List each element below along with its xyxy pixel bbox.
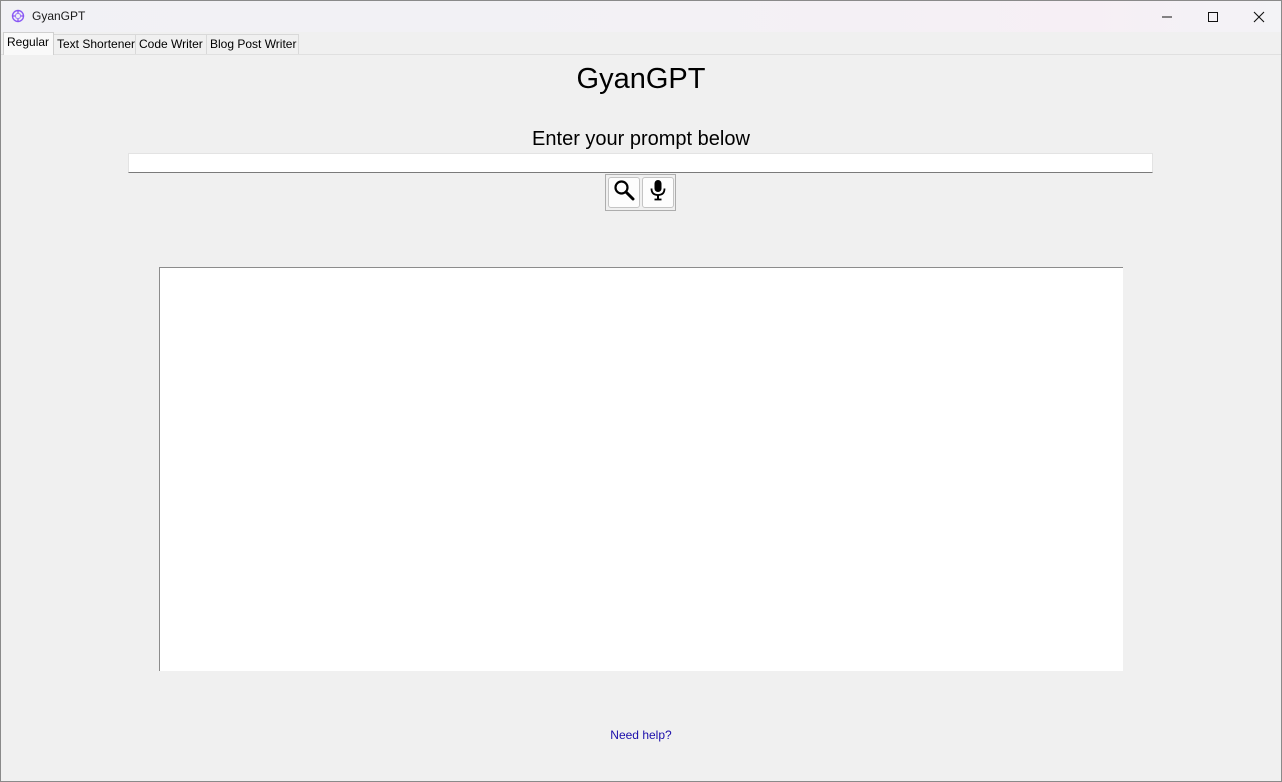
maximize-button[interactable] [1190, 1, 1236, 32]
minimize-icon [1161, 11, 1173, 23]
action-button-group [605, 174, 676, 211]
gyangpt-logo-icon [11, 9, 25, 23]
maximize-icon [1207, 11, 1219, 23]
tab-regular[interactable]: Regular [3, 32, 54, 55]
close-button[interactable] [1236, 1, 1281, 32]
tab-blog-post-writer[interactable]: Blog Post Writer [206, 34, 299, 54]
title-bar[interactable]: GyanGPT [1, 1, 1281, 32]
search-button[interactable] [608, 177, 640, 208]
prompt-input[interactable] [128, 153, 1153, 173]
tab-code-writer[interactable]: Code Writer [135, 34, 207, 54]
minimize-button[interactable] [1144, 1, 1190, 32]
response-output-area[interactable] [159, 267, 1123, 671]
tab-strip: Regular Text Shortener Code Writer Blog … [1, 32, 1281, 55]
tab-text-shortener[interactable]: Text Shortener [53, 34, 136, 54]
window-title: GyanGPT [32, 9, 86, 23]
prompt-label: Enter your prompt below [532, 128, 750, 150]
app-window: GyanGPT Regular Text Shortener Code Writ… [0, 0, 1282, 782]
page-title: GyanGPT [576, 63, 706, 95]
search-icon [613, 179, 635, 206]
close-icon [1253, 11, 1265, 23]
microphone-button[interactable] [642, 177, 674, 208]
microphone-icon [648, 179, 668, 206]
need-help-link[interactable]: Need help? [1, 728, 1281, 743]
